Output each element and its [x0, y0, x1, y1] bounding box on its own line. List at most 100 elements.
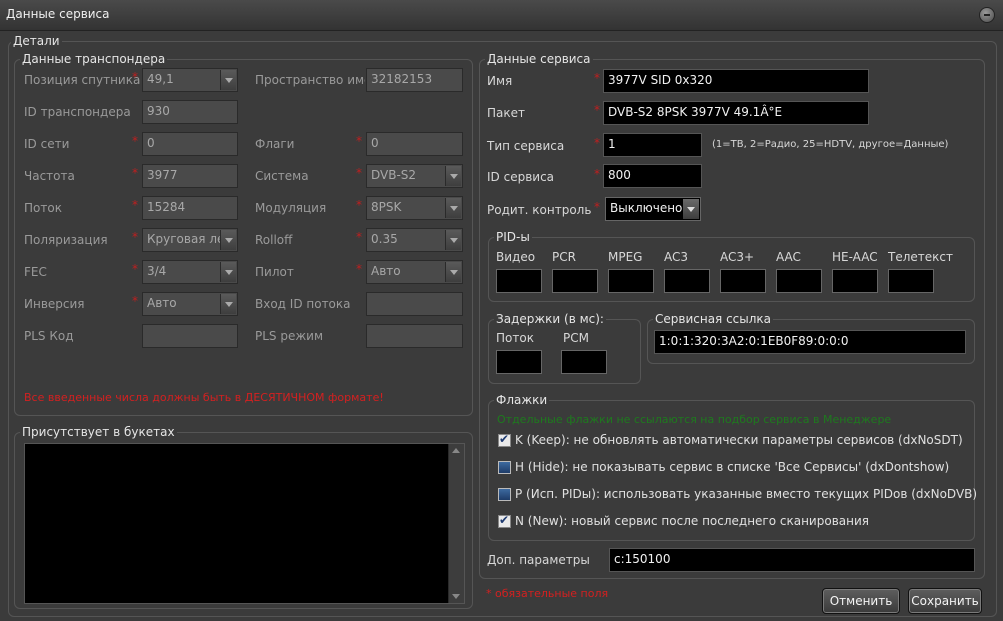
details-legend: Детали	[11, 34, 62, 48]
modulation-select[interactable]: 8PSK	[366, 196, 463, 220]
chevron-down-icon[interactable]	[683, 199, 699, 219]
required-fields-note: * обязательные поля	[486, 587, 609, 600]
stream-id-field[interactable]	[366, 292, 463, 316]
network-id-label: ID сети	[24, 137, 70, 151]
decimal-format-warning: Все введенные числа должны быть в ДЕСЯТИ…	[24, 391, 384, 404]
flags-hint: Отдельные флажки не ссылаются на подбор …	[497, 413, 892, 426]
pid-mpeg-field[interactable]	[608, 269, 654, 293]
satellite-position-label: Позиция спутника	[24, 73, 141, 87]
flag-new-checkbox[interactable]	[498, 513, 511, 528]
parental-select[interactable]: Выключено	[605, 197, 701, 221]
flags-legend: Флажки	[494, 393, 550, 407]
transponder-legend: Данные транспондера	[20, 52, 168, 66]
required-mark: *	[132, 198, 138, 212]
fec-select[interactable]: 3/4	[142, 260, 238, 284]
scroll-down-icon[interactable]	[449, 589, 464, 603]
required-mark: *	[594, 136, 600, 150]
bouquets-list[interactable]	[24, 443, 465, 604]
pid-ac3-field[interactable]	[664, 269, 710, 293]
delay-pcm-field[interactable]	[561, 350, 607, 374]
service-id-label: ID сервиса	[487, 170, 555, 184]
name-field[interactable]: 3977V SID 0x320	[603, 69, 869, 93]
required-mark: *	[356, 166, 362, 180]
flag-hide-label: H (Hide): не показывать сервис в списке …	[515, 460, 950, 474]
scroll-up-icon[interactable]	[449, 444, 464, 458]
pid-teletext-field[interactable]	[888, 269, 934, 293]
required-mark: *	[356, 230, 362, 244]
pid-label-ac3plus: AC3+	[720, 250, 755, 264]
delay-stream-label: Поток	[496, 331, 534, 345]
flag-pids-label: P (Исп. PIDы): использовать указанные вм…	[515, 487, 978, 501]
flag-keep-label: K (Keep): не обновлять автоматически пар…	[515, 433, 963, 447]
namespace-field[interactable]: 32182153	[366, 68, 463, 92]
system-value: DVB-S2	[371, 168, 417, 182]
pid-heaac-field[interactable]	[832, 269, 878, 293]
required-mark: *	[132, 134, 138, 148]
service-ref-legend: Сервисная ссылка	[653, 312, 774, 326]
chevron-down-icon[interactable]	[220, 294, 236, 314]
pls-code-field[interactable]	[142, 324, 238, 348]
system-select[interactable]: DVB-S2	[366, 164, 463, 188]
chevron-down-icon[interactable]	[220, 262, 236, 282]
pilot-select[interactable]: Авто	[366, 260, 463, 284]
chevron-down-icon[interactable]	[220, 230, 236, 250]
pid-video-field[interactable]	[496, 269, 542, 293]
pid-ac3plus-field[interactable]	[720, 269, 766, 293]
modulation-value: 8PSK	[371, 200, 402, 214]
stream-id-label: Вход ID потока	[255, 297, 351, 311]
pid-pcr-field[interactable]	[552, 269, 598, 293]
pilot-value: Авто	[371, 264, 401, 278]
pid-label-teletext: Телетекст	[888, 250, 953, 264]
polarization-select[interactable]: Круговая лев	[142, 228, 238, 252]
service-type-field[interactable]: 1	[603, 133, 702, 157]
symbol-rate-field[interactable]: 15284	[142, 196, 238, 220]
chevron-down-icon[interactable]	[445, 262, 461, 282]
service-type-hint: (1=ТВ, 2=Радио, 25=HDTV, другое=Данные)	[712, 139, 949, 150]
inversion-select[interactable]: Авто	[142, 292, 238, 316]
delay-pcm-label: PCM	[563, 331, 589, 345]
polarization-value: Круговая лев	[147, 232, 232, 246]
service-ref-field[interactable]: 1:0:1:320:3A2:0:1EB0F89:0:0:0	[654, 330, 966, 354]
flags-field[interactable]: 0	[366, 132, 463, 156]
extra-params-field[interactable]: c:150100	[609, 548, 975, 572]
satellite-position-select[interactable]: 49,1	[142, 68, 238, 92]
save-button[interactable]: Сохранить	[908, 588, 982, 614]
service-id-field[interactable]: 800	[603, 164, 702, 188]
flag-pids-checkbox[interactable]	[498, 488, 511, 501]
fec-label: FEC	[24, 265, 47, 279]
required-mark: *	[594, 200, 600, 214]
chevron-down-icon[interactable]	[445, 230, 461, 250]
flags-label: Флаги	[255, 137, 295, 151]
required-mark: *	[132, 294, 138, 308]
pid-aac-field[interactable]	[776, 269, 822, 293]
rolloff-label: Rolloff	[255, 233, 293, 247]
package-field[interactable]: DVB-S2 8PSK 3977V 49.1Â°E	[603, 101, 869, 125]
extra-params-label: Доп. параметры	[487, 553, 590, 567]
bouquets-scrollbar[interactable]	[448, 444, 464, 603]
pid-label-video: Видео	[496, 250, 536, 264]
rolloff-select[interactable]: 0.35	[366, 228, 463, 252]
fec-value: 3/4	[147, 264, 167, 278]
inversion-label: Инверсия	[24, 297, 85, 311]
pid-label-heaac: HE-AAC	[832, 250, 878, 264]
chevron-down-icon[interactable]	[445, 198, 461, 218]
chevron-down-icon[interactable]	[220, 70, 236, 90]
network-id-field[interactable]: 0	[142, 132, 238, 156]
polarization-label: Поляризация	[24, 233, 108, 247]
frequency-field[interactable]: 3977	[142, 164, 238, 188]
flag-keep-checkbox[interactable]	[498, 432, 511, 447]
required-mark: *	[594, 103, 600, 117]
required-mark: *	[356, 134, 362, 148]
pid-label-mpeg: MPEG	[608, 250, 643, 264]
flag-hide-checkbox[interactable]	[498, 461, 511, 474]
pls-mode-field[interactable]	[366, 324, 463, 348]
delay-stream-field[interactable]	[496, 350, 542, 374]
chevron-down-icon[interactable]	[445, 166, 461, 186]
close-icon[interactable]	[979, 7, 995, 23]
transponder-id-field[interactable]: 930	[142, 100, 238, 124]
cancel-button[interactable]: Отменить	[822, 588, 900, 614]
parental-value: Выключено	[610, 201, 683, 215]
title-bar: Данные сервиса	[0, 0, 1003, 31]
inversion-value: Авто	[147, 296, 177, 310]
bouquets-legend: Присутствует в букетах	[20, 425, 177, 439]
